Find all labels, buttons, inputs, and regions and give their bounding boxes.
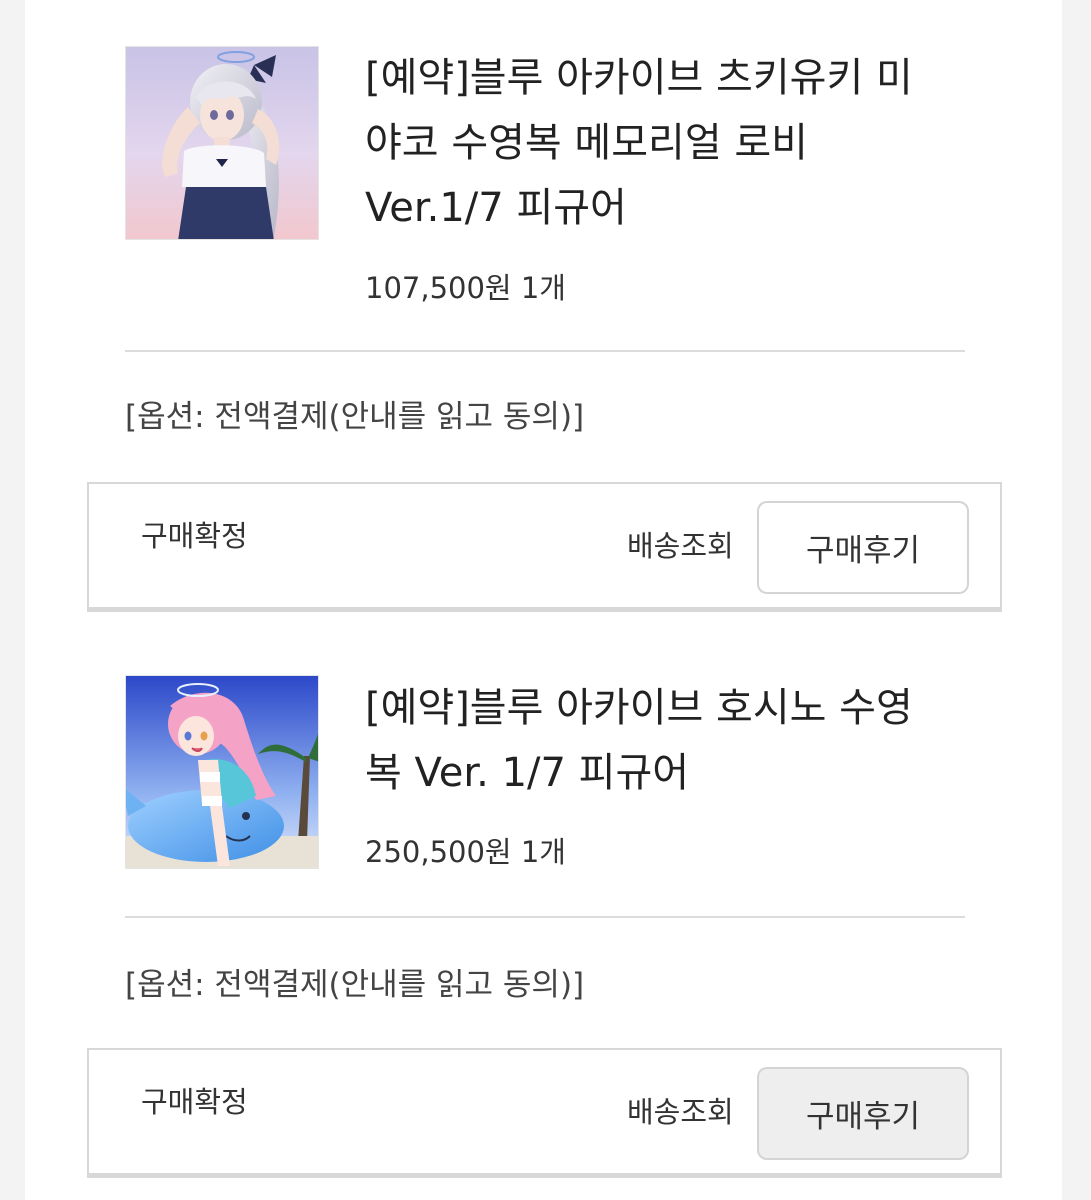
- divider: [125, 350, 965, 352]
- write-review-button[interactable]: 구매후기: [757, 501, 969, 594]
- order-list-page: [예약]블루 아카이브 츠키유키 미 야코 수영복 메모리얼 로비 Ver.1/…: [0, 0, 1091, 1200]
- product-thumbnail-hoshino[interactable]: [125, 675, 319, 869]
- write-review-button[interactable]: 구매후기: [757, 1067, 969, 1160]
- product-title-line: Ver.1/7 피규어: [365, 185, 627, 231]
- order-action-bar: 구매확정 배송조회 구매후기: [87, 482, 1002, 612]
- price-quantity: 107,500원 1개: [365, 271, 566, 305]
- hoshino-figure-image: [126, 676, 318, 868]
- purchase-confirmed-status: 구매확정: [141, 1085, 248, 1119]
- purchase-confirmed-status: 구매확정: [141, 519, 248, 553]
- price-quantity: 250,500원 1개: [365, 835, 566, 869]
- product-title-line: [예약]블루 아카이브 호시노 수영: [365, 685, 913, 731]
- product-title-line: [예약]블루 아카이브 츠키유키 미: [365, 55, 913, 101]
- product-title[interactable]: [예약]블루 아카이브 호시노 수영 복 Ver. 1/7 피규어: [365, 676, 965, 806]
- product-title[interactable]: [예약]블루 아카이브 츠키유키 미 야코 수영복 메모리얼 로비 Ver.1/…: [365, 46, 965, 241]
- product-thumbnail-miyako[interactable]: [125, 46, 319, 240]
- option-text: [옵션: 전액결제(안내를 읽고 동의)]: [125, 967, 585, 1003]
- delivery-tracking-link[interactable]: 배송조회: [627, 1092, 734, 1132]
- divider: [125, 916, 965, 918]
- miyako-figure-image: [126, 47, 318, 239]
- order-list-panel: [예약]블루 아카이브 츠키유키 미 야코 수영복 메모리얼 로비 Ver.1/…: [25, 0, 1062, 1200]
- product-title-line: 야코 수영복 메모리얼 로비: [365, 120, 808, 166]
- product-title-line: 복 Ver. 1/7 피규어: [365, 750, 690, 796]
- option-text: [옵션: 전액결제(안내를 읽고 동의)]: [125, 399, 585, 435]
- order-action-bar: 구매확정 배송조회 구매후기: [87, 1048, 1002, 1178]
- delivery-tracking-link[interactable]: 배송조회: [627, 526, 734, 566]
